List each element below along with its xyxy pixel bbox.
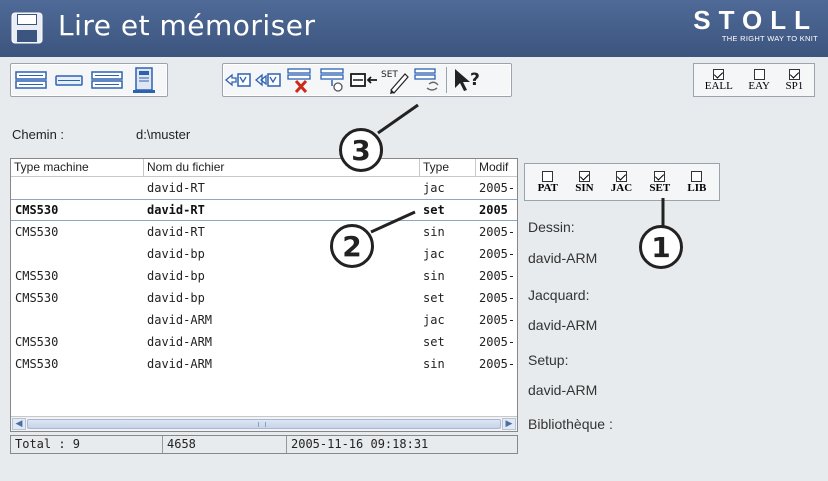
- callout-2: 2: [330, 224, 374, 268]
- callout-leader-lines: [370, 103, 665, 234]
- callout-3: 3: [339, 128, 383, 172]
- callout-1: 1: [639, 225, 683, 269]
